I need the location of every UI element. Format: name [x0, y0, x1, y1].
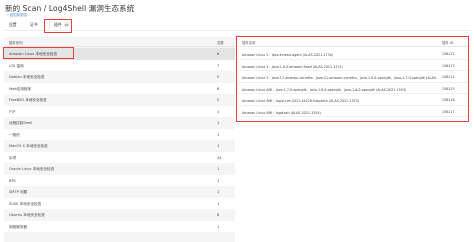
plugin-family-name: 远程控制Shell	[9, 121, 33, 125]
plugin-family-count: 7	[217, 63, 220, 68]
plugin-family-count: 8	[217, 213, 220, 217]
plugin-name: Amazon Linux 2：java-kinesis-agent (ALAS-…	[242, 53, 334, 57]
plugin-family-row[interactable]: Web应用程序 6	[4, 82, 235, 94]
plugin-row[interactable]: Amazon Linux AMI：log4j-cve-2021-44228-ho…	[239, 94, 468, 106]
plugin-family-row[interactable]: 杂项 24	[4, 151, 235, 163]
plugin-row[interactable]: Amazon Linux 2：java-1.8.0-amazon-fixed (…	[239, 60, 468, 71]
plugin-family-name: CGI 滥用	[9, 63, 24, 68]
tab-credentials[interactable]: 证书	[30, 20, 38, 30]
plugin-id: 156117	[442, 109, 455, 114]
plugin-family-name: FTP	[9, 109, 16, 114]
plugin-family-count: 1	[217, 167, 220, 171]
plugin-family-name: SUSE 本地安全检查	[9, 201, 42, 206]
plugin-id: 156114	[442, 75, 455, 79]
plugin-id: 156113	[442, 63, 455, 68]
plugins-panel: 插件名称 插件 ID Amazon Linux 2：java-kinesis-a…	[239, 37, 468, 121]
plugin-family-row[interactable]: CGI 滥用 7	[4, 59, 235, 71]
plugin-family-name: 杂项	[9, 155, 17, 160]
plugin-family-name: 网络服务器	[9, 224, 27, 229]
plugin-family-name: FreeBSD 本地安全检查	[9, 98, 47, 102]
tab-settings-label: 设置	[9, 22, 17, 27]
plugin-family-row[interactable]: MacOS X 本地安全检查 1	[4, 140, 235, 152]
plugin-family-name: Amazon Linux 本地安全检查	[9, 52, 58, 56]
back-link[interactable]: ‹返回到报告	[7, 13, 27, 18]
plugin-family-count: 1	[217, 144, 220, 148]
plugin-family-row[interactable]: FreeBSD 本地安全检查 5	[4, 94, 235, 106]
plugin-id: 156116	[442, 98, 455, 102]
plugin-family-count: 1	[217, 121, 220, 125]
plugin-family-name: Web应用程序	[9, 86, 32, 91]
plugin-family-name: SMTP 问题	[9, 190, 28, 194]
plugin-family-row[interactable]: RPC 1	[4, 174, 235, 186]
plugin-name: Amazon Linux AMI：logstash (ALAS-2021-155…	[242, 110, 321, 115]
plugin-row[interactable]: Amazon Linux AMI：java-1.7.0-openjdk、java…	[239, 83, 468, 94]
plugin-row[interactable]: Amazon Linux AMI：logstash (ALAS-2021-155…	[239, 106, 468, 117]
plugin-family-name: Ubuntu 本地安全检查	[9, 213, 45, 217]
tab-plugins-count-badge: 48	[63, 23, 70, 27]
plugin-name: Amazon Linux 2：java-17-amazon-corretto、j…	[242, 76, 437, 80]
plugin-family-row[interactable]: SMTP 问题 1	[4, 186, 235, 198]
tab-divider	[4, 30, 470, 31]
col-header-plugin-name: 插件名称	[242, 41, 256, 45]
plugin-family-row[interactable]: FTP 1	[4, 105, 235, 117]
tab-plugins-label: 插件	[54, 22, 62, 27]
plugin-name: Amazon Linux 2：java-1.8.0-amazon-fixed (…	[242, 64, 343, 69]
plugin-families-panel: 插件系列 总数 Amazon Linux 本地安全检查 6 CGI 滥用 7 Debia…	[4, 37, 235, 242]
plugin-family-row[interactable]: Ubuntu 本地安全检查 8	[4, 209, 235, 221]
plugin-id: 156112	[442, 52, 455, 56]
plugin-family-count: 5	[217, 98, 220, 102]
plugin-family-name: MacOS X 本地安全检查	[9, 144, 48, 148]
plugin-family-row[interactable]: 网络服务器 1	[4, 220, 235, 232]
plugin-family-row[interactable]: Amazon Linux 本地安全检查 6	[4, 48, 235, 60]
plugin-family-name: 一般的	[9, 132, 20, 137]
plugin-family-count: 1	[217, 224, 220, 229]
plugin-family-row[interactable]: 远程控制Shell 1	[4, 117, 235, 129]
plugin-family-count: 1	[217, 178, 220, 183]
col-header-plugin-id: 插件 ID	[442, 41, 454, 45]
col-header-total: 总数	[217, 41, 224, 45]
tab-credentials-label: 证书	[30, 22, 38, 27]
tab-plugins[interactable]: 插件 48	[49, 19, 72, 30]
plugin-family-name: Debian 本地安全检查	[9, 75, 45, 79]
plugin-family-count: 24	[217, 155, 222, 160]
col-header-family: 插件系列	[9, 41, 23, 45]
plugin-family-row[interactable]: SUSE 本地安全检查 1	[4, 197, 235, 209]
plugins-header: 插件名称 插件 ID	[239, 37, 468, 47]
plugin-family-count: 1	[217, 109, 220, 114]
tab-settings[interactable]: 设置	[9, 20, 17, 30]
plugin-row[interactable]: Amazon Linux 2：java-17-amazon-corretto、j…	[239, 71, 468, 83]
plugin-families-header: 插件系列 总数	[4, 37, 235, 47]
plugin-row[interactable]: Amazon Linux 2：java-kinesis-agent (ALAS-…	[239, 48, 468, 60]
plugin-family-count: 1	[217, 201, 220, 206]
plugin-family-count: 5	[217, 75, 220, 79]
plugin-family-count: 6	[217, 52, 220, 56]
plugin-family-name: Oracle Linux 本地安全检查	[9, 167, 55, 171]
plugin-family-count: 1	[217, 190, 220, 194]
plugin-id: 156115	[442, 86, 455, 91]
back-link-label: 返回到报告	[9, 13, 28, 17]
plugin-family-row[interactable]: Oracle Linux 本地安全检查 1	[4, 163, 235, 175]
plugin-name: Amazon Linux AMI：log4j-cve-2021-44228-ho…	[242, 99, 360, 103]
plugin-family-name: RPC	[9, 178, 17, 183]
plugin-family-count: 1	[217, 132, 220, 137]
plugin-family-row[interactable]: Debian 本地安全检查 5	[4, 71, 235, 83]
plugin-family-row[interactable]: 一般的 1	[4, 128, 235, 140]
plugin-family-count: 6	[217, 86, 220, 91]
plugin-name: Amazon Linux AMI：java-1.7.0-openjdk、java…	[242, 87, 407, 92]
